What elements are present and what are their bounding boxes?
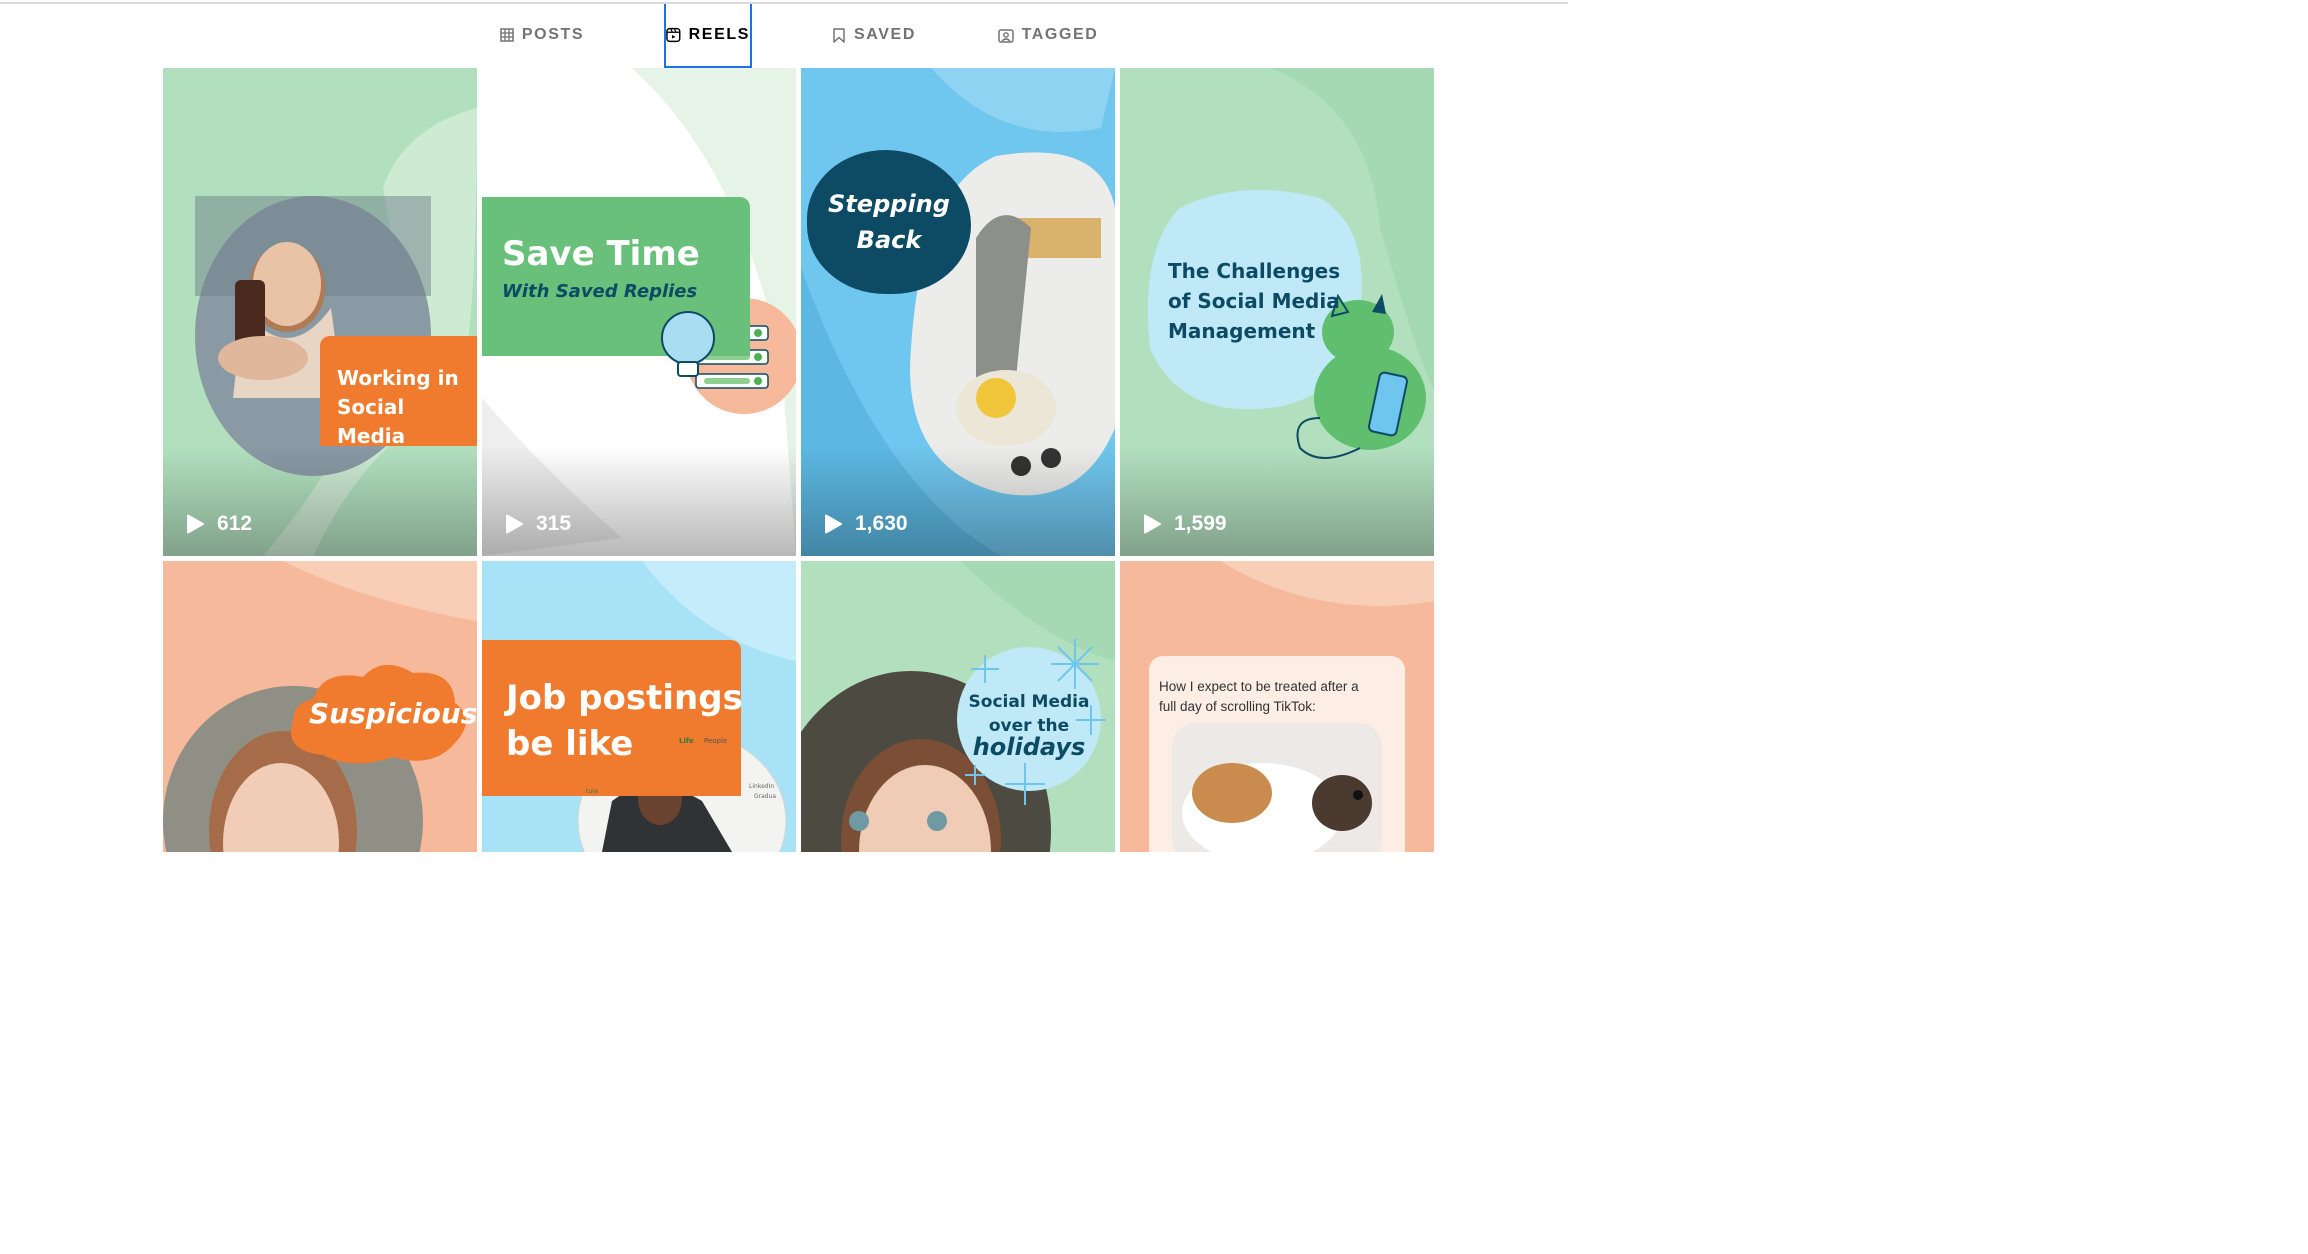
view-count: 1,630 <box>823 512 908 536</box>
reel-title: Suspicious <box>309 697 477 730</box>
screenshot-text: Life <box>679 737 694 745</box>
view-count: 1,599 <box>1142 512 1227 536</box>
play-icon <box>506 514 523 534</box>
bottom-gradient <box>801 446 1115 556</box>
screenshot-text: ture <box>586 788 599 795</box>
reel-title: Job postings be like <box>506 678 743 764</box>
lightbulb-icon <box>661 311 715 377</box>
reel-tile[interactable]: How I expect to be treated after a full … <box>1120 561 1434 852</box>
reel-title: Stepping Back <box>828 190 950 254</box>
tab-posts-label: POSTS <box>521 26 585 43</box>
grid-icon <box>500 28 514 42</box>
tab-tagged[interactable]: TAGGED <box>996 4 1100 66</box>
reel-tile[interactable]: Job postings be like Life People LinkedI… <box>482 561 796 852</box>
reel-title: Save Time <box>502 234 700 274</box>
bookmark-icon <box>833 27 845 43</box>
tab-posts[interactable]: POSTS <box>496 4 588 66</box>
reel-tile[interactable]: Suspicious <box>163 561 477 852</box>
reel-tile[interactable]: The Challenges of Social Media Managemen… <box>1120 68 1434 556</box>
bottom-gradient <box>482 446 796 556</box>
play-icon <box>825 514 842 534</box>
screenshot-text: People <box>704 737 728 745</box>
view-count: 612 <box>185 512 252 536</box>
reel-title: Working in Social Media <box>337 366 459 448</box>
reels-icon <box>666 27 681 43</box>
bottom-gradient <box>163 446 477 556</box>
screenshot-text: LinkedIn <box>749 783 775 790</box>
reel-subtitle: With Saved Replies <box>502 281 698 302</box>
tab-reels-label: REELS <box>688 26 750 43</box>
reel-tile[interactable]: Working in Social Media 612 <box>163 68 477 556</box>
reel-title-emphasis: holidays <box>972 733 1086 761</box>
reel-tile[interactable]: Save Time With Saved Replies 315 <box>482 68 796 556</box>
reel-title: Social Media over the <box>968 692 1090 736</box>
tab-reels[interactable]: REELS <box>664 4 752 68</box>
screenshot-text: Gradua <box>754 793 777 800</box>
reel-tile[interactable]: Stepping Back 1,630 <box>801 68 1115 556</box>
tab-saved-label: SAVED <box>854 26 916 43</box>
reel-title: The Challenges of Social Media Managemen… <box>1168 259 1341 343</box>
bottom-gradient <box>1120 446 1434 556</box>
caption-text: How I expect to be treated after a full … <box>1159 679 1359 714</box>
tagged-icon <box>997 28 1014 43</box>
play-icon <box>1144 514 1161 534</box>
tab-tagged-label: TAGGED <box>1021 26 1099 43</box>
reel-tile[interactable]: Social Media over the holidays <box>801 561 1115 852</box>
profile-tabs: POSTS REELS SAVED TAGGED <box>0 4 1568 68</box>
view-count: 315 <box>504 512 571 536</box>
tab-saved[interactable]: SAVED <box>828 4 920 66</box>
play-icon <box>187 514 204 534</box>
cat-photo <box>1172 723 1382 852</box>
